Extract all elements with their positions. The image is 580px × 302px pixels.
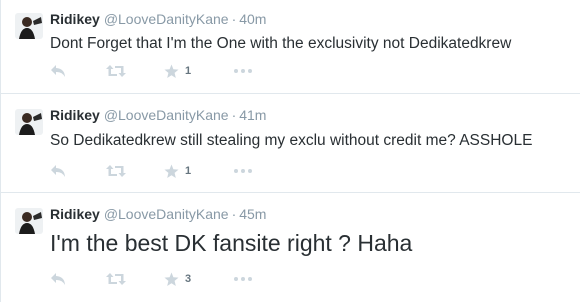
reply-icon	[51, 165, 65, 177]
reply-button[interactable]	[50, 163, 66, 179]
reply-button[interactable]	[50, 63, 66, 79]
user-handle[interactable]: @LooveDanityKane	[104, 206, 229, 222]
retweet-icon	[106, 165, 126, 177]
reply-icon	[51, 273, 65, 285]
favorite-count: 3	[185, 273, 192, 285]
retweet-icon	[106, 65, 126, 77]
tweet-text: So Dedikatedkrew still stealing my exclu…	[50, 132, 533, 149]
favorite-button[interactable]: 1	[164, 163, 191, 179]
avatar-image	[15, 13, 43, 39]
tweet-item[interactable]: Ridikey @LooveDanityKane · 40m Dont Forget …	[1, 0, 580, 94]
user-name[interactable]: Ridikey	[50, 206, 100, 222]
more-button[interactable]	[234, 63, 252, 79]
tweet-item[interactable]: Ridikey @LooveDanityKane · 41m So Dedikated…	[1, 94, 580, 193]
separator: ·	[231, 107, 237, 123]
favorite-star-icon	[164, 164, 179, 178]
tweet-header: Ridikey @LooveDanityKane · 40m	[50, 11, 266, 27]
retweet-button[interactable]	[106, 163, 126, 179]
retweet-button[interactable]	[106, 63, 126, 79]
user-handle[interactable]: @LooveDanityKane	[104, 107, 229, 123]
separator: ·	[231, 206, 237, 222]
tweet-header: Ridikey @LooveDanityKane · 41m	[50, 107, 266, 123]
separator: ·	[231, 11, 237, 27]
timestamp[interactable]: 45m	[239, 206, 266, 222]
avatar-image	[15, 208, 43, 234]
timestamp[interactable]: 40m	[239, 11, 266, 27]
favorite-button[interactable]: 3	[164, 271, 191, 287]
timestamp[interactable]: 41m	[239, 107, 266, 123]
more-button[interactable]	[234, 271, 252, 287]
favorite-star-icon	[164, 272, 179, 286]
more-dots-icon	[234, 69, 252, 73]
user-handle[interactable]: @LooveDanityKane	[104, 11, 229, 27]
user-name[interactable]: Ridikey	[50, 11, 100, 27]
user-name[interactable]: Ridikey	[50, 107, 100, 123]
tweet-item[interactable]: Ridikey @LooveDanityKane · 45m I'm the best…	[1, 193, 580, 302]
avatar[interactable]	[15, 208, 43, 234]
tweet-text: Dont Forget that I'm the One with the ex…	[50, 35, 512, 52]
favorite-count: 1	[185, 65, 192, 77]
avatar[interactable]	[15, 109, 43, 135]
reply-button[interactable]	[50, 271, 66, 287]
avatar-image	[15, 109, 43, 135]
retweet-button[interactable]	[106, 271, 126, 287]
favorite-button[interactable]: 1	[164, 63, 191, 79]
favorite-star-icon	[164, 64, 179, 78]
avatar[interactable]	[15, 13, 43, 39]
tweet-timeline: Ridikey @LooveDanityKane · 40m Dont Forget …	[0, 0, 580, 302]
more-button[interactable]	[234, 163, 252, 179]
tweet-text: I'm the best DK fansite right ? Haha	[50, 230, 413, 256]
reply-icon	[51, 65, 65, 77]
more-dots-icon	[234, 169, 252, 173]
tweet-header: Ridikey @LooveDanityKane · 45m	[50, 206, 266, 222]
favorite-count: 1	[185, 165, 192, 177]
retweet-icon	[106, 273, 126, 285]
more-dots-icon	[234, 277, 252, 281]
